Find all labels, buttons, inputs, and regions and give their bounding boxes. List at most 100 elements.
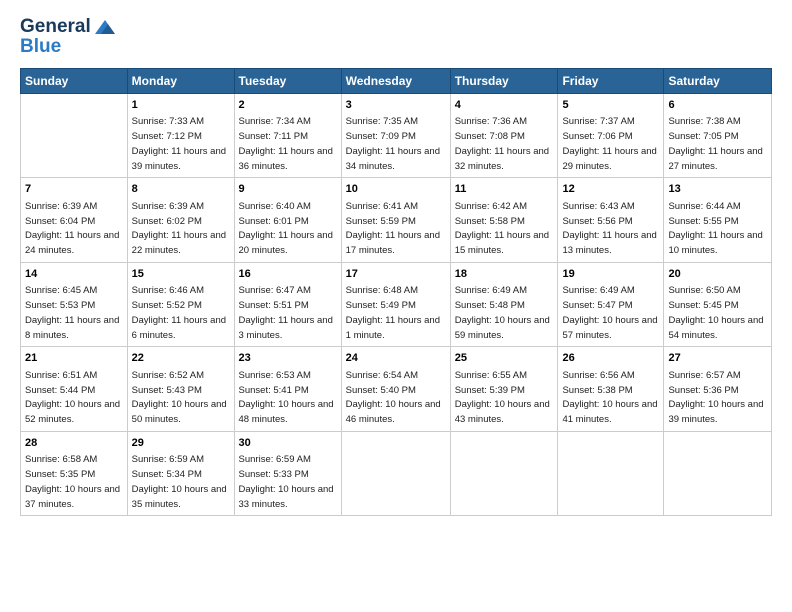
sunrise-text: Sunrise: 7:36 AMSunset: 7:08 PMDaylight:… — [455, 116, 549, 171]
sunrise-text: Sunrise: 6:44 AMSunset: 5:55 PMDaylight:… — [668, 201, 762, 256]
calendar-cell: 8 Sunrise: 6:39 AMSunset: 6:02 PMDaylight… — [127, 178, 234, 262]
day-number: 10 — [346, 182, 446, 197]
sunrise-text: Sunrise: 6:49 AMSunset: 5:48 PMDaylight:… — [455, 285, 550, 340]
logo: General Blue — [20, 16, 115, 58]
sunrise-text: Sunrise: 6:41 AMSunset: 5:59 PMDaylight:… — [346, 201, 440, 256]
day-number: 19 — [562, 267, 659, 282]
day-number: 17 — [346, 267, 446, 282]
calendar-cell: 23Sunrise: 6:53 AMSunset: 5:41 PMDayligh… — [234, 347, 341, 431]
day-number: 12 — [562, 182, 659, 197]
sunrise-text: Sunrise: 6:47 AMSunset: 5:51 PMDaylight:… — [239, 285, 333, 340]
sunrise-text: Sunrise: 6:55 AMSunset: 5:39 PMDaylight:… — [455, 370, 550, 425]
page-header: General Blue — [20, 16, 772, 58]
sunrise-text: Sunrise: 7:38 AMSunset: 7:05 PMDaylight:… — [668, 116, 762, 171]
sunrise-text: Sunrise: 7:34 AMSunset: 7:11 PMDaylight:… — [239, 116, 333, 171]
calendar-week-3: 14Sunrise: 6:45 AMSunset: 5:53 PMDayligh… — [21, 262, 772, 346]
sunrise-text: Sunrise: 7:35 AMSunset: 7:09 PMDaylight:… — [346, 116, 440, 171]
sunrise-text: Sunrise: 6:45 AMSunset: 5:53 PMDaylight:… — [25, 285, 119, 340]
sunrise-text: Sunrise: 6:59 AMSunset: 5:34 PMDaylight:… — [132, 454, 227, 509]
calendar-week-1: 1 Sunrise: 7:33 AMSunset: 7:12 PMDaylight… — [21, 94, 772, 178]
calendar-cell: 11 Sunrise: 6:42 AMSunset: 5:58 PMDayligh… — [450, 178, 558, 262]
sunrise-text: Sunrise: 6:40 AMSunset: 6:01 PMDaylight:… — [239, 201, 333, 256]
sunrise-text: Sunrise: 6:49 AMSunset: 5:47 PMDaylight:… — [562, 285, 657, 340]
day-number: 30 — [239, 436, 337, 451]
day-number: 23 — [239, 351, 337, 366]
calendar-cell: 20 Sunrise: 6:50 AMSunset: 5:45 PMDayligh… — [664, 262, 772, 346]
sunrise-text: Sunrise: 6:58 AMSunset: 5:35 PMDaylight:… — [25, 454, 120, 509]
day-number: 4 — [455, 98, 554, 113]
calendar-page: General Blue SundayMondayTuesdayWednesda… — [0, 0, 792, 612]
day-number: 1 — [132, 98, 230, 113]
calendar-cell: 7 Sunrise: 6:39 AMSunset: 6:04 PMDaylight… — [21, 178, 128, 262]
calendar-cell: 22 Sunrise: 6:52 AMSunset: 5:43 PMDayligh… — [127, 347, 234, 431]
calendar-cell: 24Sunrise: 6:54 AMSunset: 5:40 PMDayligh… — [341, 347, 450, 431]
day-number: 24 — [346, 351, 446, 366]
logo-blue: Blue — [20, 36, 61, 58]
calendar-cell — [664, 431, 772, 515]
day-number: 18 — [455, 267, 554, 282]
calendar-week-4: 21 Sunrise: 6:51 AMSunset: 5:44 PMDayligh… — [21, 347, 772, 431]
sunrise-text: Sunrise: 7:33 AMSunset: 7:12 PMDaylight:… — [132, 116, 226, 171]
header-sunday: Sunday — [21, 69, 128, 94]
day-number: 28 — [25, 436, 123, 451]
calendar-cell: 26Sunrise: 6:56 AMSunset: 5:38 PMDayligh… — [558, 347, 664, 431]
sunrise-text: Sunrise: 6:59 AMSunset: 5:33 PMDaylight:… — [239, 454, 334, 509]
calendar-cell: 16 Sunrise: 6:47 AMSunset: 5:51 PMDayligh… — [234, 262, 341, 346]
calendar-cell — [341, 431, 450, 515]
calendar-cell: 17 Sunrise: 6:48 AMSunset: 5:49 PMDayligh… — [341, 262, 450, 346]
calendar-cell: 2 Sunrise: 7:34 AMSunset: 7:11 PMDaylight… — [234, 94, 341, 178]
calendar-cell: 18 Sunrise: 6:49 AMSunset: 5:48 PMDayligh… — [450, 262, 558, 346]
sunrise-text: Sunrise: 6:48 AMSunset: 5:49 PMDaylight:… — [346, 285, 440, 340]
calendar-cell: 14Sunrise: 6:45 AMSunset: 5:53 PMDayligh… — [21, 262, 128, 346]
day-number: 7 — [25, 182, 123, 197]
calendar-cell: 10 Sunrise: 6:41 AMSunset: 5:59 PMDayligh… — [341, 178, 450, 262]
header-thursday: Thursday — [450, 69, 558, 94]
sunrise-text: Sunrise: 6:51 AMSunset: 5:44 PMDaylight:… — [25, 370, 120, 425]
calendar-cell: 19 Sunrise: 6:49 AMSunset: 5:47 PMDayligh… — [558, 262, 664, 346]
header-saturday: Saturday — [664, 69, 772, 94]
sunrise-text: Sunrise: 6:57 AMSunset: 5:36 PMDaylight:… — [668, 370, 763, 425]
day-number: 26 — [562, 351, 659, 366]
day-number: 29 — [132, 436, 230, 451]
day-number: 11 — [455, 182, 554, 197]
day-number: 20 — [668, 267, 767, 282]
day-number: 6 — [668, 98, 767, 113]
calendar-cell: 9Sunrise: 6:40 AMSunset: 6:01 PMDaylight… — [234, 178, 341, 262]
day-number: 25 — [455, 351, 554, 366]
day-number: 2 — [239, 98, 337, 113]
logo-icon — [95, 20, 115, 36]
header-friday: Friday — [558, 69, 664, 94]
day-number: 13 — [668, 182, 767, 197]
day-number: 8 — [132, 182, 230, 197]
sunrise-text: Sunrise: 6:50 AMSunset: 5:45 PMDaylight:… — [668, 285, 763, 340]
sunrise-text: Sunrise: 6:39 AMSunset: 6:04 PMDaylight:… — [25, 201, 119, 256]
sunrise-text: Sunrise: 6:52 AMSunset: 5:43 PMDaylight:… — [132, 370, 227, 425]
calendar-cell: 5Sunrise: 7:37 AMSunset: 7:06 PMDaylight… — [558, 94, 664, 178]
calendar-cell: 12Sunrise: 6:43 AMSunset: 5:56 PMDayligh… — [558, 178, 664, 262]
calendar-cell: 13 Sunrise: 6:44 AMSunset: 5:55 PMDayligh… — [664, 178, 772, 262]
calendar-cell: 21 Sunrise: 6:51 AMSunset: 5:44 PMDayligh… — [21, 347, 128, 431]
day-number: 22 — [132, 351, 230, 366]
calendar-cell: 28 Sunrise: 6:58 AMSunset: 5:35 PMDayligh… — [21, 431, 128, 515]
calendar-cell — [558, 431, 664, 515]
sunrise-text: Sunrise: 6:42 AMSunset: 5:58 PMDaylight:… — [455, 201, 549, 256]
header-tuesday: Tuesday — [234, 69, 341, 94]
day-number: 5 — [562, 98, 659, 113]
day-number: 16 — [239, 267, 337, 282]
calendar-cell: 3Sunrise: 7:35 AMSunset: 7:09 PMDaylight… — [341, 94, 450, 178]
calendar-cell — [450, 431, 558, 515]
day-number: 21 — [25, 351, 123, 366]
day-number: 15 — [132, 267, 230, 282]
calendar-cell: 25 Sunrise: 6:55 AMSunset: 5:39 PMDayligh… — [450, 347, 558, 431]
calendar-cell: 30 Sunrise: 6:59 AMSunset: 5:33 PMDayligh… — [234, 431, 341, 515]
calendar-cell: 27Sunrise: 6:57 AMSunset: 5:36 PMDayligh… — [664, 347, 772, 431]
header-monday: Monday — [127, 69, 234, 94]
calendar-cell: 15Sunrise: 6:46 AMSunset: 5:52 PMDayligh… — [127, 262, 234, 346]
logo-general: General — [20, 16, 91, 38]
calendar-cell: 4 Sunrise: 7:36 AMSunset: 7:08 PMDaylight… — [450, 94, 558, 178]
sunrise-text: Sunrise: 6:39 AMSunset: 6:02 PMDaylight:… — [132, 201, 226, 256]
calendar-week-5: 28 Sunrise: 6:58 AMSunset: 5:35 PMDayligh… — [21, 431, 772, 515]
calendar-cell — [21, 94, 128, 178]
calendar-week-2: 7 Sunrise: 6:39 AMSunset: 6:04 PMDaylight… — [21, 178, 772, 262]
calendar-cell: 6 Sunrise: 7:38 AMSunset: 7:05 PMDaylight… — [664, 94, 772, 178]
